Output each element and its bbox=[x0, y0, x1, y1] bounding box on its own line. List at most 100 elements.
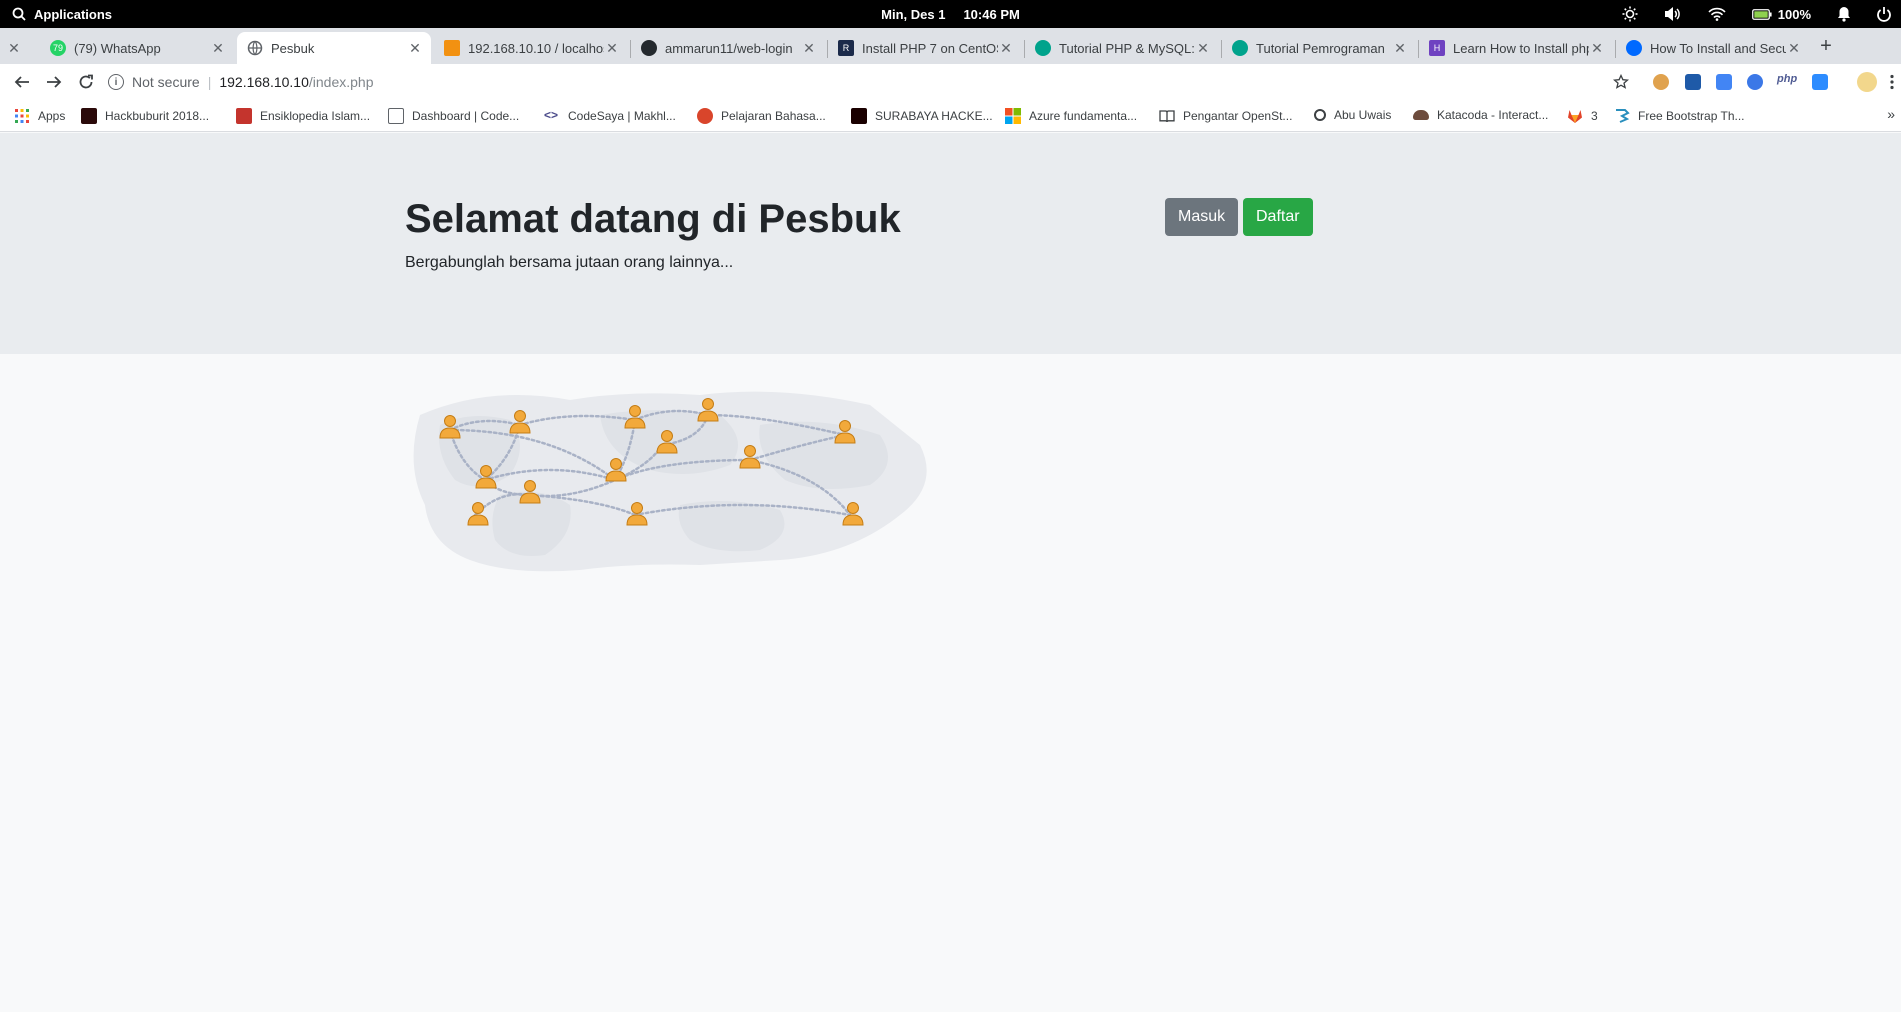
url-host: 192.168.10.10 bbox=[219, 74, 309, 90]
browser-toolbar: i Not secure | 192.168.10.10/index.php p… bbox=[0, 64, 1901, 100]
arrow-right-icon bbox=[47, 76, 62, 88]
bookmark-dashboard-code[interactable]: Dashboard | Code... bbox=[388, 108, 519, 124]
tab-title: 192.168.10.10 / localhost bbox=[468, 40, 604, 56]
tab-learn-install-php[interactable]: H Learn How to Install php ✕ bbox=[1419, 32, 1613, 64]
info-icon[interactable]: i bbox=[108, 74, 124, 90]
os-top-bar: Applications Min, Des 1 10:46 PM 100% bbox=[0, 0, 1901, 28]
info-extension-icon[interactable] bbox=[1747, 74, 1763, 90]
close-icon[interactable]: ✕ bbox=[1392, 40, 1408, 56]
tab-install-php[interactable]: R Install PHP 7 on CentOS ✕ bbox=[828, 32, 1022, 64]
battery-percent: 100% bbox=[1777, 6, 1811, 22]
reload-button[interactable] bbox=[74, 70, 98, 94]
register-button[interactable]: Daftar bbox=[1243, 198, 1313, 236]
close-icon[interactable]: ✕ bbox=[210, 40, 226, 56]
digitalocean-icon bbox=[1626, 40, 1642, 56]
tab-title: How To Install and Secure bbox=[1650, 40, 1786, 56]
applications-menu[interactable]: Applications bbox=[12, 0, 112, 28]
tab-tutorial-php-mysql[interactable]: Tutorial PHP & MySQL: ✕ bbox=[1025, 32, 1219, 64]
tab-title: (79) WhatsApp bbox=[74, 40, 161, 56]
tab-pesbuk[interactable]: Pesbuk ✕ bbox=[237, 32, 431, 64]
avatar[interactable] bbox=[1857, 72, 1877, 92]
tab-github[interactable]: ammarun11/web-login ✕ bbox=[631, 32, 825, 64]
time-label: 10:46 PM bbox=[963, 6, 1020, 22]
address-bar[interactable]: i Not secure | 192.168.10.10/index.php bbox=[108, 67, 1683, 97]
forward-button[interactable] bbox=[42, 70, 66, 94]
bookmark-codesaya[interactable]: <> CodeSaya | Makhl... bbox=[544, 108, 676, 124]
search-icon bbox=[12, 7, 26, 21]
close-icon[interactable]: ✕ bbox=[998, 40, 1014, 56]
close-icon[interactable]: ✕ bbox=[407, 40, 423, 56]
plus-icon: + bbox=[1820, 34, 1832, 57]
volume-icon[interactable] bbox=[1664, 6, 1682, 22]
bookmark-label: Katacoda - Interact... bbox=[1437, 108, 1549, 122]
bookmark-gitlab[interactable]: 3 bbox=[1567, 108, 1598, 124]
bookmark-pengantar-openstack[interactable]: Pengantar OpenSt... bbox=[1159, 108, 1292, 124]
codepolitan-icon bbox=[1232, 40, 1248, 56]
applications-label: Applications bbox=[34, 6, 113, 22]
battery-indicator[interactable]: 100% bbox=[1751, 6, 1811, 22]
bookmark-label: Pengantar OpenSt... bbox=[1183, 109, 1293, 123]
bookmark-label: Pelajaran Bahasa... bbox=[721, 109, 826, 123]
tab-phpmyadmin[interactable]: 192.168.10.10 / localhost ✕ bbox=[434, 32, 628, 64]
translate-extension-icon[interactable] bbox=[1716, 74, 1732, 90]
github-icon bbox=[641, 40, 657, 56]
tab-close-leftover[interactable]: ✕ bbox=[0, 32, 30, 64]
close-icon[interactable]: ✕ bbox=[1589, 40, 1605, 56]
extension-icon[interactable] bbox=[1685, 74, 1701, 90]
zoom-extension-icon[interactable] bbox=[1812, 74, 1828, 90]
bookmarks-bar: Apps Hackbuburit 2018... Ensiklopedia Is… bbox=[0, 100, 1901, 132]
phpmyadmin-icon bbox=[444, 40, 460, 56]
close-icon[interactable]: ✕ bbox=[604, 40, 620, 56]
bookmark-abu-uwais[interactable]: Abu Uwais bbox=[1314, 108, 1391, 122]
tab-how-to-install-secure[interactable]: How To Install and Secure ✕ bbox=[1616, 32, 1810, 64]
close-icon[interactable]: ✕ bbox=[1195, 40, 1211, 56]
tab-strip: ✕ 79 (79) WhatsApp ✕ Pesbuk ✕ 192.168.10… bbox=[0, 28, 1901, 64]
bookmark-label: Ensiklopedia Islam... bbox=[260, 109, 371, 123]
ensiklopedia-icon bbox=[236, 108, 252, 124]
bookmark-ensiklopedia[interactable]: Ensiklopedia Islam... bbox=[236, 108, 370, 124]
codepolitan-icon bbox=[1035, 40, 1051, 56]
cookie-extension-icon[interactable] bbox=[1653, 74, 1669, 90]
h-icon: H bbox=[1429, 40, 1445, 56]
bookmark-hackbuburit[interactable]: Hackbuburit 2018... bbox=[81, 108, 209, 124]
bookmark-free-bootstrap[interactable]: Free Bootstrap Th... bbox=[1614, 108, 1745, 124]
bookmark-label: CodeSaya | Makhl... bbox=[568, 109, 676, 123]
notification-bell-icon[interactable] bbox=[1837, 6, 1851, 22]
close-icon[interactable]: ✕ bbox=[1786, 40, 1802, 56]
tab-title: Tutorial Pemrograman bbox=[1256, 40, 1385, 56]
tab-tutorial-pemrograman[interactable]: Tutorial Pemrograman ✕ bbox=[1222, 32, 1416, 64]
codesaya-icon bbox=[388, 108, 404, 124]
apps-grid-icon bbox=[14, 108, 30, 124]
close-icon[interactable]: ✕ bbox=[6, 40, 22, 56]
tab-title: Learn How to Install php bbox=[1453, 40, 1589, 56]
microsoft-icon bbox=[1005, 108, 1021, 124]
browser-menu-button[interactable] bbox=[1886, 70, 1898, 94]
page-subtitle: Bergabunglah bersama jutaan orang lainny… bbox=[405, 254, 734, 271]
bookmark-surabaya-hacker[interactable]: SURABAYA HACKE... bbox=[851, 108, 993, 124]
more-vert-icon bbox=[1890, 74, 1894, 90]
power-icon[interactable] bbox=[1877, 6, 1891, 22]
bookmark-katacoda[interactable]: Katacoda - Interact... bbox=[1413, 108, 1548, 122]
login-button[interactable]: Masuk bbox=[1165, 198, 1239, 236]
brightness-icon[interactable] bbox=[1622, 6, 1638, 22]
pelajaran-icon bbox=[697, 108, 713, 124]
wifi-icon[interactable] bbox=[1708, 7, 1726, 21]
bookmark-label: Apps bbox=[38, 109, 66, 123]
bookmark-star-button[interactable] bbox=[1609, 70, 1633, 94]
php-extension-icon[interactable]: php bbox=[1777, 73, 1799, 89]
r-icon: R bbox=[838, 40, 854, 56]
date-label: Min, Des 1 bbox=[881, 6, 946, 22]
page-title: Selamat datang di Pesbuk bbox=[405, 197, 901, 241]
tab-whatsapp[interactable]: 79 (79) WhatsApp ✕ bbox=[40, 32, 234, 64]
chevron-double-right-icon[interactable]: » bbox=[1887, 106, 1895, 122]
bookmark-azure[interactable]: Azure fundamenta... bbox=[1005, 108, 1137, 124]
new-tab-button[interactable]: + bbox=[1814, 34, 1838, 58]
social-network-illustration bbox=[413, 391, 927, 572]
security-label: Not secure bbox=[132, 74, 200, 90]
close-icon[interactable]: ✕ bbox=[801, 40, 817, 56]
clock[interactable]: Min, Des 1 10:46 PM bbox=[0, 0, 1901, 28]
bookmark-label: Abu Uwais bbox=[1334, 108, 1392, 122]
back-button[interactable] bbox=[10, 70, 34, 94]
bookmark-apps[interactable]: Apps bbox=[14, 108, 65, 124]
bookmark-pelajaran-bahasa[interactable]: Pelajaran Bahasa... bbox=[697, 108, 826, 124]
